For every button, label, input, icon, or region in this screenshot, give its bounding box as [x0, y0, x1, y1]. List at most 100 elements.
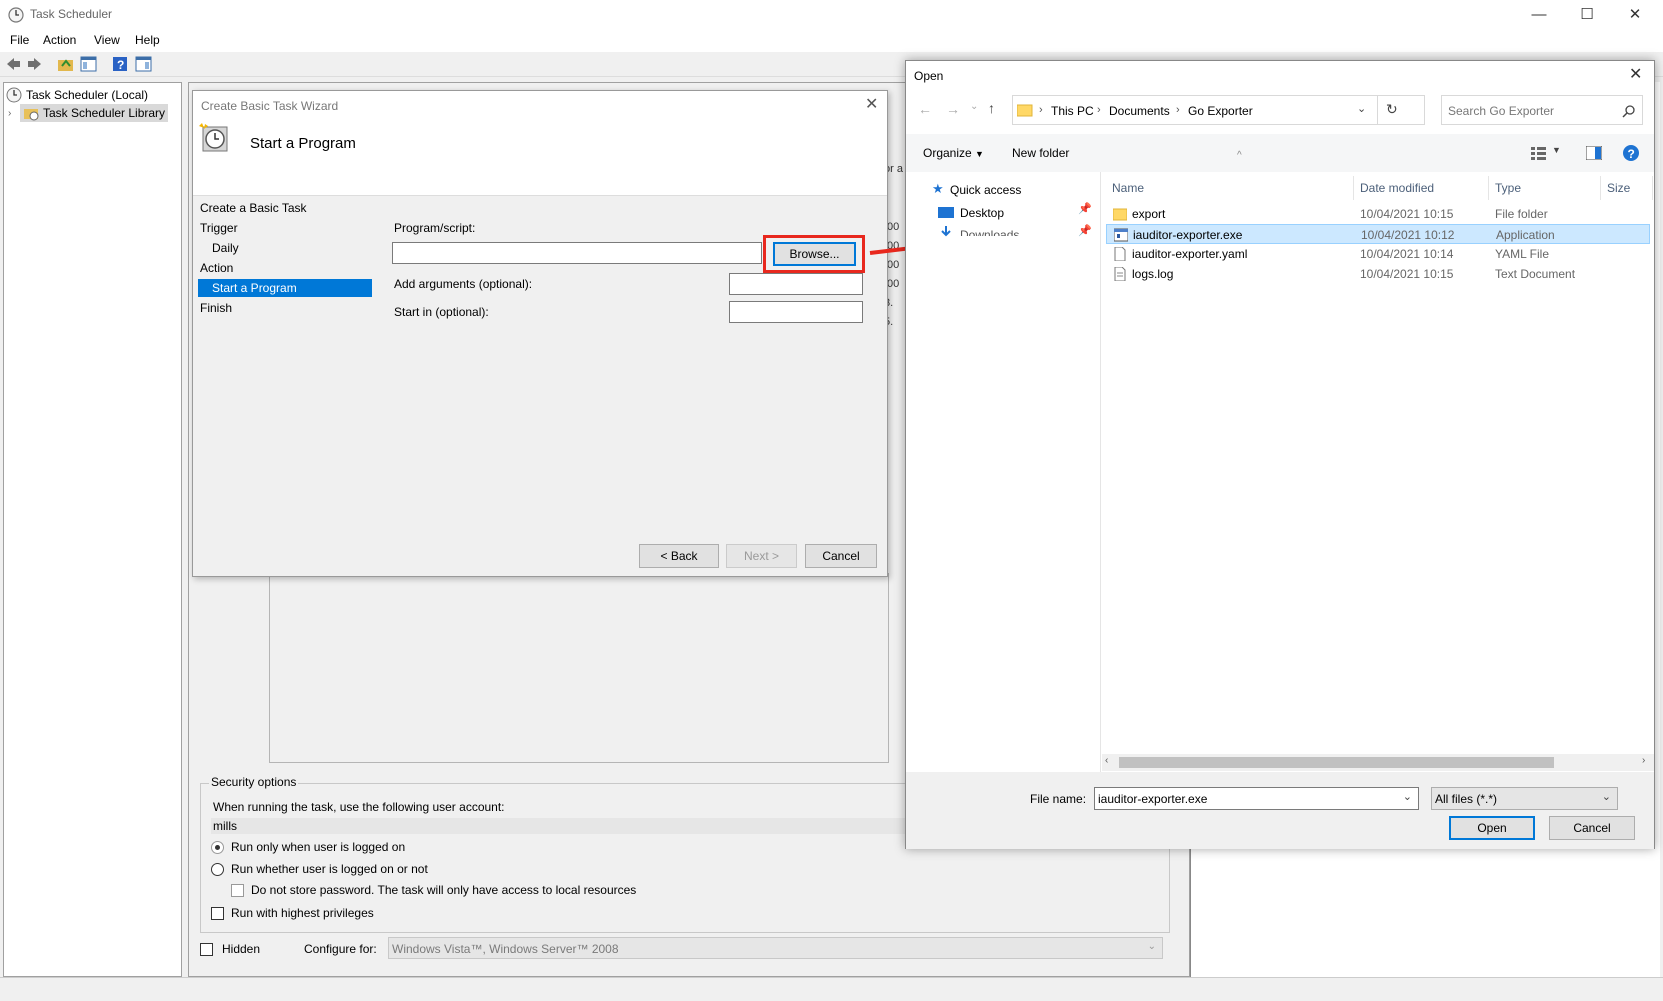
console-tree: Task Scheduler (Local) › Task Scheduler … — [3, 82, 182, 977]
organize-label: Organize — [923, 146, 972, 160]
security-title: Security options — [209, 775, 299, 789]
menu-help[interactable]: Help — [135, 33, 160, 47]
show-hide-console-tree-icon[interactable] — [80, 56, 97, 72]
column-date-modified[interactable]: Date modified — [1354, 176, 1489, 200]
folder-up-icon[interactable] — [57, 56, 74, 72]
close-window-button[interactable]: ✕ — [1612, 4, 1658, 26]
breadcrumb-this-pc[interactable]: This PC — [1051, 104, 1094, 118]
radio-logged-on-or-not[interactable] — [211, 863, 224, 876]
radio-logged-on-label: Run only when user is logged on — [231, 840, 406, 854]
browse-button[interactable]: Browse... — [773, 242, 856, 266]
file-row[interactable]: logs.log 10/04/2021 10:15 Text Document — [1106, 264, 1650, 284]
scroll-left-arrow-icon[interactable]: ‹ — [1105, 755, 1108, 766]
menu-action[interactable]: Action — [43, 33, 76, 47]
chevron-down-icon: ⌄ — [1147, 941, 1156, 952]
file-name-input[interactable]: iauditor-exporter.exe ⌄ — [1094, 787, 1419, 810]
organize-button[interactable]: Organize ▼ — [923, 146, 984, 160]
column-type[interactable]: Type — [1489, 176, 1601, 200]
radio-logged-on-or-not-label: Run whether user is logged on or not — [231, 862, 428, 876]
tree-item-library[interactable]: › Task Scheduler Library — [8, 104, 169, 122]
svg-text:?: ? — [1628, 147, 1635, 161]
file-type-select[interactable]: All files (*.*) ⌄ — [1431, 787, 1618, 810]
file-date: 10/04/2021 10:15 — [1360, 267, 1454, 281]
maximize-button[interactable]: ☐ — [1564, 4, 1610, 26]
breadcrumb-go-exporter[interactable]: Go Exporter — [1188, 104, 1253, 118]
start-in-label: Start in (optional): — [394, 305, 489, 319]
tree-item-root[interactable]: Task Scheduler (Local) — [6, 86, 148, 104]
minimize-button[interactable]: — — [1516, 4, 1562, 26]
preview-pane-icon[interactable] — [1586, 146, 1602, 160]
nav-downloads[interactable]: Downloads — [960, 228, 1019, 236]
open-dialog-cancel-button[interactable]: Cancel — [1549, 816, 1635, 840]
help-icon[interactable]: ? — [1622, 144, 1640, 162]
chevron-down-icon[interactable]: ⌄ — [1403, 790, 1412, 803]
scrollbar-thumb[interactable] — [1119, 757, 1554, 768]
arguments-input[interactable] — [729, 273, 863, 295]
file-row[interactable]: iauditor-exporter.yaml 10/04/2021 10:14 … — [1106, 244, 1650, 264]
nav-forward-arrow-icon[interactable]: → — [946, 101, 960, 117]
recent-locations-chevron-icon[interactable]: ⌄ — [970, 101, 978, 112]
configure-for-select[interactable]: Windows Vista™, Windows Server™ 2008 ⌄ — [388, 937, 1163, 959]
address-bar[interactable]: › This PC › Documents › Go Exporter ⌄ ↻ — [1012, 95, 1425, 125]
help-icon[interactable]: ? — [112, 56, 129, 72]
account-prompt: When running the task, use the following… — [213, 800, 505, 814]
application-icon — [1114, 228, 1128, 242]
menu-file[interactable]: File — [10, 33, 29, 47]
view-options-icon[interactable] — [1531, 146, 1547, 160]
back-button[interactable]: < Back — [639, 544, 719, 568]
horizontal-scrollbar[interactable]: ‹ › — [1102, 754, 1654, 771]
file-date: 10/04/2021 10:15 — [1360, 207, 1454, 221]
chevron-right-icon[interactable]: › — [8, 108, 20, 119]
hidden-checkbox[interactable] — [200, 943, 213, 956]
back-arrow-icon[interactable] — [5, 56, 22, 72]
file-name: export — [1132, 207, 1166, 221]
nav-quick-access[interactable]: Quick access — [950, 183, 1021, 197]
view-dropdown-icon[interactable]: ▼ — [1552, 145, 1561, 155]
up-arrow-icon[interactable]: ↑ — [988, 100, 995, 116]
new-folder-button[interactable]: New folder — [1012, 146, 1069, 160]
wizard-close-button[interactable]: ✕ — [865, 94, 878, 114]
svg-text:?: ? — [117, 58, 124, 72]
task-detail-area — [269, 573, 889, 763]
forward-arrow-icon[interactable] — [26, 56, 43, 72]
column-name[interactable]: Name — [1106, 176, 1354, 200]
file-row[interactable]: export 10/04/2021 10:15 File folder — [1106, 204, 1650, 224]
navigation-pane: ★ Quick access Desktop 📌 Downloads 📌 — [906, 172, 1101, 772]
step-finish: Finish — [200, 301, 233, 315]
tree-item-label: Task Scheduler (Local) — [26, 88, 149, 102]
open-button[interactable]: Open — [1449, 816, 1535, 840]
chevron-down-icon: ⌄ — [1601, 791, 1611, 803]
nav-back-arrow-icon[interactable]: ← — [918, 101, 932, 117]
scroll-right-arrow-icon[interactable]: › — [1642, 755, 1645, 766]
file-type: Application — [1496, 228, 1555, 242]
address-dropdown-icon[interactable]: ⌄ — [1357, 102, 1366, 115]
cancel-button[interactable]: Cancel — [805, 544, 877, 568]
wizard-header: Create Basic Task Wizard ✕ Start a Progr… — [193, 91, 887, 196]
no-store-password-checkbox[interactable] — [231, 884, 244, 897]
column-size[interactable]: Size — [1601, 176, 1653, 200]
show-hide-action-pane-icon[interactable] — [135, 56, 152, 72]
command-bar: Organize ▼ New folder ▼ ? — [906, 134, 1654, 172]
search-box[interactable]: Search Go Exporter — [1441, 95, 1643, 125]
desktop-icon — [938, 207, 954, 218]
open-dialog-close-button[interactable]: ✕ — [1629, 64, 1642, 84]
file-row-selected[interactable]: iauditor-exporter.exe 10/04/2021 10:12 A… — [1106, 224, 1650, 244]
pin-icon: 📌 — [1078, 225, 1092, 237]
start-in-input[interactable] — [729, 301, 863, 323]
clock-icon — [8, 7, 24, 23]
step-start-a-program: Start a Program — [198, 279, 372, 297]
pin-icon: 📌 — [1078, 203, 1092, 215]
nav-desktop[interactable]: Desktop — [960, 206, 1004, 220]
open-file-dialog: Open ✕ ← → ⌄ ↑ › This PC › Documents › G… — [905, 60, 1655, 849]
wizard-title: Create Basic Task Wizard — [201, 99, 339, 113]
account-value: mills — [213, 819, 237, 833]
arguments-label: Add arguments (optional): — [394, 277, 533, 291]
highest-privileges-checkbox[interactable] — [211, 907, 224, 920]
refresh-icon[interactable]: ↻ — [1386, 101, 1398, 118]
radio-logged-on[interactable] — [211, 841, 224, 854]
program-script-input[interactable] — [392, 242, 762, 264]
menu-view[interactable]: View — [94, 33, 120, 47]
wizard-steps: Create a Basic Task Trigger Daily Action… — [193, 196, 373, 576]
next-button[interactable]: Next > — [726, 544, 797, 568]
breadcrumb-documents[interactable]: Documents — [1109, 104, 1170, 118]
